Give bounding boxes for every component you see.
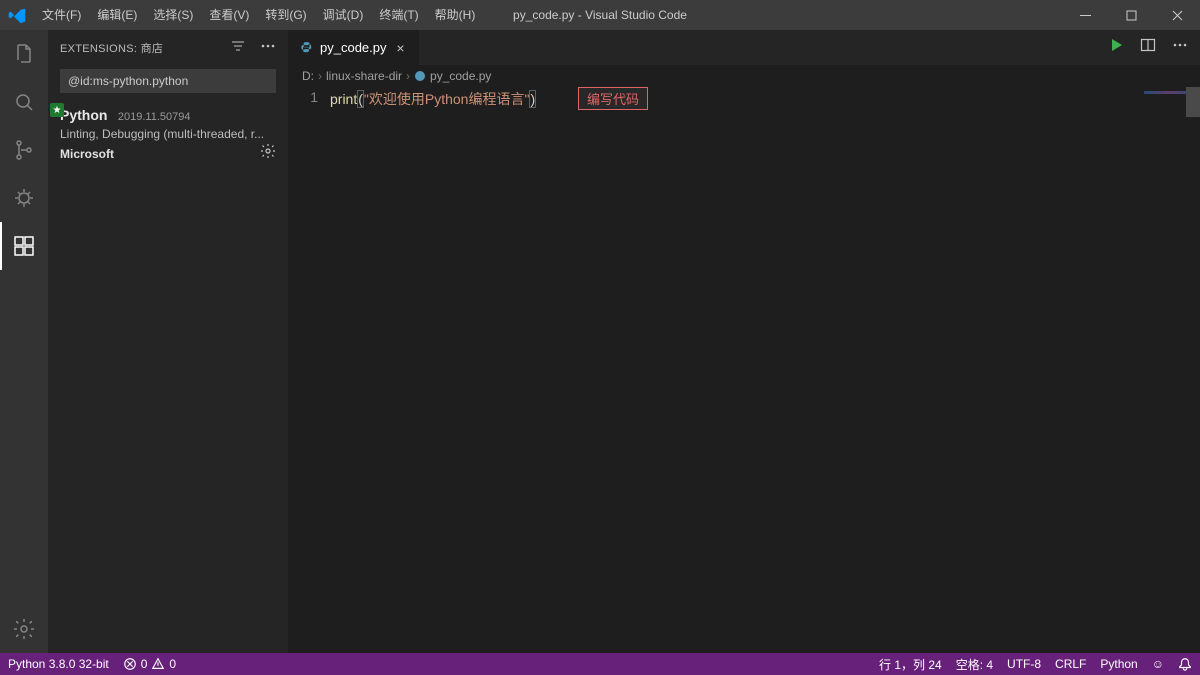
line-number-gutter: 1 bbox=[288, 87, 330, 653]
editor-tabs: py_code.py × bbox=[288, 30, 1200, 65]
status-bar: Python 3.8.0 32-bit 0 0 行 1，列 24 空格: 4 U… bbox=[0, 653, 1200, 675]
python-file-icon bbox=[414, 70, 426, 82]
code-line-1[interactable]: print("欢迎使用Python编程语言") bbox=[330, 87, 536, 653]
bookmark-star-icon: ★ bbox=[50, 103, 64, 117]
activity-extensions-icon[interactable] bbox=[0, 222, 48, 270]
status-problems[interactable]: 0 0 bbox=[123, 657, 176, 671]
close-button[interactable] bbox=[1154, 0, 1200, 30]
breadcrumb-file[interactable]: py_code.py bbox=[430, 69, 491, 83]
extension-version: 2019.11.50794 bbox=[118, 111, 191, 123]
menu-edit[interactable]: 编辑(E) bbox=[89, 0, 145, 30]
vscode-logo-icon bbox=[0, 6, 34, 24]
token-open-paren: ( bbox=[357, 90, 364, 108]
split-editor-icon[interactable] bbox=[1140, 37, 1156, 58]
status-warning-count: 0 bbox=[169, 657, 176, 671]
title-bar: 文件(F) 编辑(E) 选择(S) 查看(V) 转到(G) 调试(D) 终端(T… bbox=[0, 0, 1200, 30]
menu-file[interactable]: 文件(F) bbox=[34, 0, 89, 30]
sidebar-header: EXTENSIONS: 商店 bbox=[48, 30, 288, 65]
extension-item-python[interactable]: ★ Python 2019.11.50794 Linting, Debuggin… bbox=[48, 101, 288, 172]
run-file-icon[interactable] bbox=[1108, 37, 1124, 58]
editor-more-icon[interactable] bbox=[1172, 37, 1188, 58]
token-close-paren: ) bbox=[529, 90, 536, 108]
activity-settings-icon[interactable] bbox=[0, 605, 48, 653]
token-string: "欢迎使用Python编程语言" bbox=[364, 91, 530, 107]
minimize-button[interactable] bbox=[1062, 0, 1108, 30]
extension-manage-gear-icon[interactable] bbox=[260, 143, 276, 164]
status-eol[interactable]: CRLF bbox=[1055, 657, 1086, 671]
menu-go[interactable]: 转到(G) bbox=[257, 0, 314, 30]
token-function: print bbox=[330, 91, 357, 107]
status-language-mode[interactable]: Python bbox=[1100, 657, 1137, 671]
chevron-right-icon: › bbox=[406, 69, 410, 83]
status-notifications-icon[interactable] bbox=[1178, 657, 1192, 671]
menu-view[interactable]: 查看(V) bbox=[201, 0, 257, 30]
annotation-label: 编写代码 bbox=[578, 87, 648, 110]
extension-description: Linting, Debugging (multi-threaded, r... bbox=[60, 127, 276, 141]
code-editor[interactable]: 1 print("欢迎使用Python编程语言") 编写代码 bbox=[288, 87, 1200, 653]
breadcrumb-root[interactable]: D: bbox=[302, 69, 314, 83]
sidebar-title: EXTENSIONS: 商店 bbox=[60, 40, 163, 56]
window-controls bbox=[1062, 0, 1200, 30]
activity-explorer-icon[interactable] bbox=[0, 30, 48, 78]
status-line-col[interactable]: 行 1，列 24 bbox=[879, 656, 942, 673]
menu-bar: 文件(F) 编辑(E) 选择(S) 查看(V) 转到(G) 调试(D) 终端(T… bbox=[34, 0, 483, 30]
status-python-interpreter[interactable]: Python 3.8.0 32-bit bbox=[8, 657, 109, 671]
menu-terminal[interactable]: 终端(T) bbox=[371, 0, 426, 30]
scrollbar-thumb[interactable] bbox=[1186, 87, 1200, 117]
extension-publisher: Microsoft bbox=[60, 147, 114, 161]
extensions-sidebar: EXTENSIONS: 商店 ★ Python 2019.11.50794 Li… bbox=[48, 30, 288, 653]
tab-label: py_code.py bbox=[320, 40, 387, 55]
status-encoding[interactable]: UTF-8 bbox=[1007, 657, 1041, 671]
activity-search-icon[interactable] bbox=[0, 78, 48, 126]
editor-area: py_code.py × D: › linux-share-dir › py_c… bbox=[288, 30, 1200, 653]
menu-selection[interactable]: 选择(S) bbox=[145, 0, 201, 30]
menu-debug[interactable]: 调试(D) bbox=[315, 0, 372, 30]
extension-search-input[interactable] bbox=[60, 69, 276, 93]
line-number: 1 bbox=[288, 89, 318, 105]
status-error-count: 0 bbox=[141, 657, 148, 671]
more-icon[interactable] bbox=[260, 38, 276, 57]
menu-help[interactable]: 帮助(H) bbox=[427, 0, 484, 30]
chevron-right-icon: › bbox=[318, 69, 322, 83]
python-file-icon bbox=[298, 40, 314, 56]
activity-debug-icon[interactable] bbox=[0, 174, 48, 222]
breadcrumbs[interactable]: D: › linux-share-dir › py_code.py bbox=[288, 65, 1200, 87]
activity-source-control-icon[interactable] bbox=[0, 126, 48, 174]
extension-name: Python bbox=[60, 107, 107, 123]
filter-icon[interactable] bbox=[230, 38, 246, 57]
breadcrumb-folder[interactable]: linux-share-dir bbox=[326, 69, 402, 83]
tab-py-code[interactable]: py_code.py × bbox=[288, 30, 420, 65]
status-indentation[interactable]: 空格: 4 bbox=[956, 656, 993, 673]
editor-actions bbox=[1096, 30, 1200, 65]
status-feedback-icon[interactable]: ☺ bbox=[1152, 657, 1164, 671]
activity-bar bbox=[0, 30, 48, 653]
tab-close-icon[interactable]: × bbox=[393, 40, 409, 56]
maximize-button[interactable] bbox=[1108, 0, 1154, 30]
